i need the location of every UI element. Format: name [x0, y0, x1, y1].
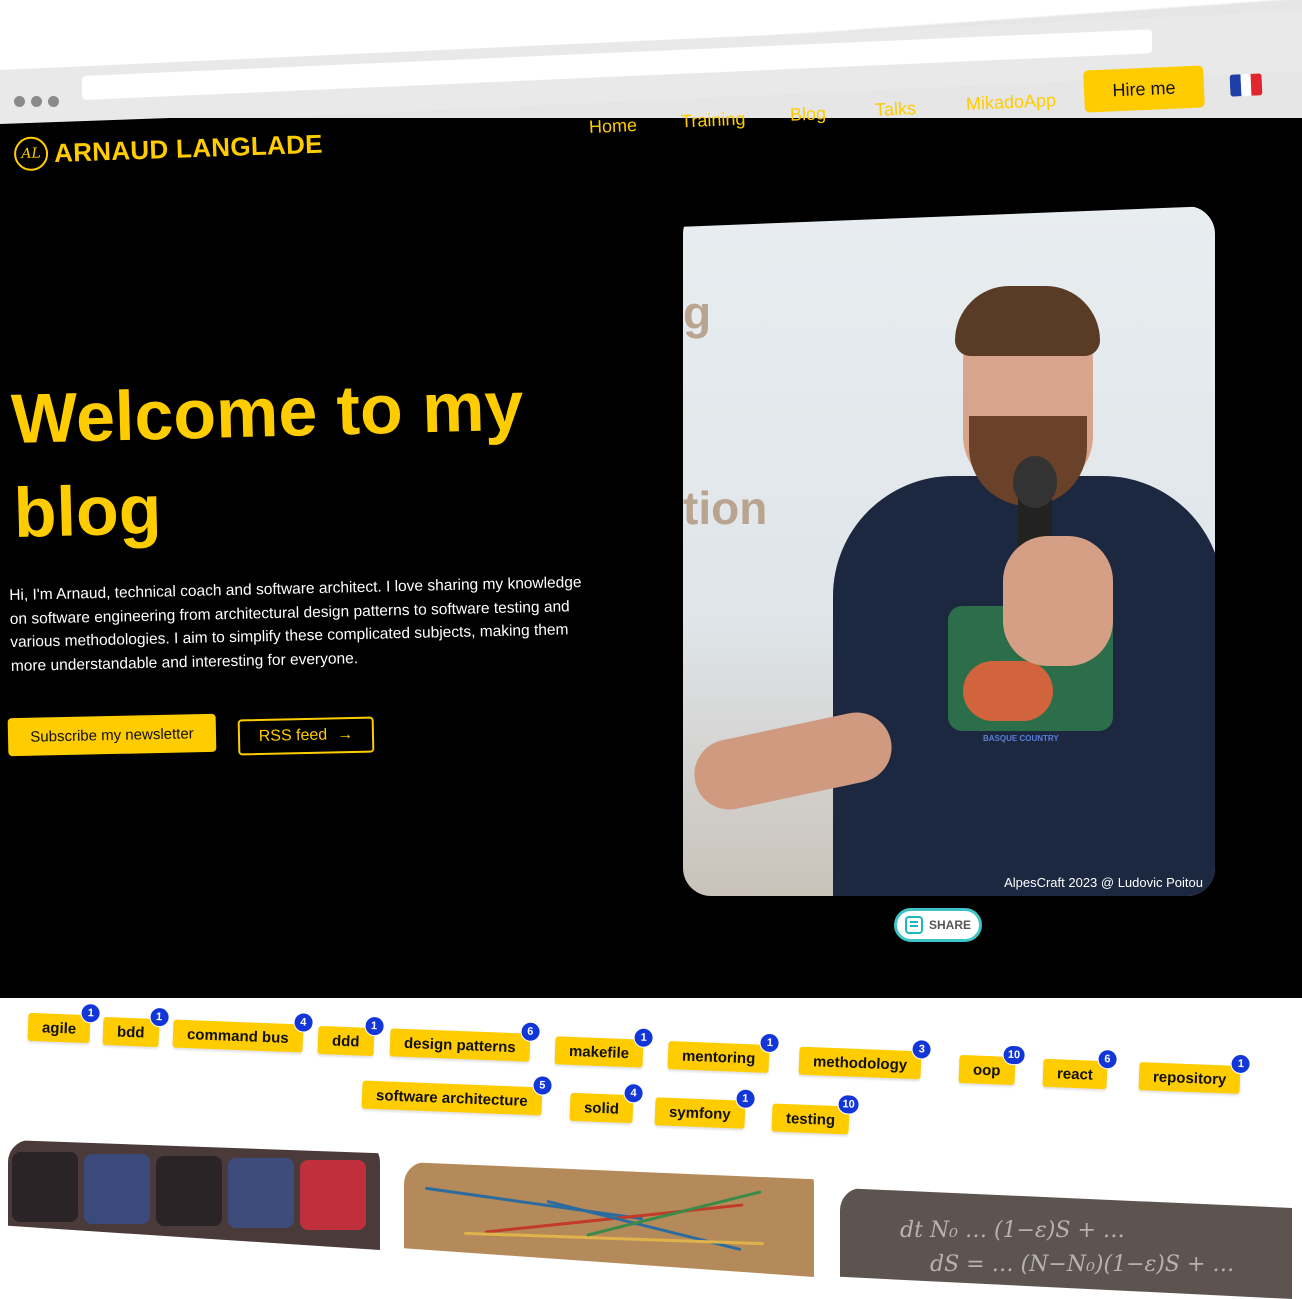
microphone-head [1013, 456, 1057, 508]
tag-bdd[interactable]: bdd 1 [102, 1006, 170, 1048]
nav-mikadoapp[interactable]: MikadoApp [966, 90, 1057, 115]
thumbnail-shape [156, 1156, 222, 1226]
article-card-mikado[interactable] [404, 1162, 814, 1277]
thumbnail-shape [228, 1158, 294, 1228]
article-card-formulas[interactable]: dt N₀ … (1−ε)S + … dS = … (N−N₀)(1−ε)S +… [840, 1188, 1292, 1299]
tag-label: methodology [812, 1052, 908, 1074]
tag-oop[interactable]: oop 10 [958, 1044, 1026, 1086]
tag-label: testing [785, 1109, 836, 1129]
tag-label: mentoring [681, 1047, 756, 1067]
tshirt-text: BASQUE COUNTRY [983, 734, 1059, 743]
window-controls [14, 96, 59, 107]
tag-makefile[interactable]: makefile 1 [554, 1027, 655, 1068]
tshirt-print-shape [963, 661, 1053, 721]
tag-label: bdd [116, 1022, 145, 1042]
tag-count-badge: 1 [80, 1002, 102, 1024]
tag-label: repository [1152, 1068, 1227, 1088]
tag-repository[interactable]: repository 1 [1138, 1053, 1252, 1094]
tag-label: design patterns [403, 1034, 516, 1056]
nav-training[interactable]: Training [681, 109, 746, 133]
share-button[interactable]: SHARE [894, 908, 982, 942]
tag-count-badge: 1 [633, 1027, 655, 1049]
photo-caption: AlpesCraft 2023 @ Ludovic Poitou [1004, 875, 1203, 890]
tag-label: solid [583, 1098, 620, 1118]
tag-label: makefile [568, 1042, 630, 1062]
speaker-hand [1003, 536, 1113, 666]
subscribe-newsletter-button[interactable]: Subscribe my newsletter [7, 713, 217, 757]
tag-testing[interactable]: testing 10 [771, 1094, 861, 1135]
tag-count-badge: 5 [531, 1075, 553, 1096]
tag-count-badge: 3 [911, 1038, 933, 1060]
tag-count-badge: 10 [1002, 1044, 1026, 1066]
tag-label: react [1056, 1064, 1094, 1084]
tag-count-badge: 6 [519, 1021, 541, 1043]
tag-methodology[interactable]: methodology 3 [798, 1038, 933, 1080]
thumbnail-shape: dt N₀ … (1−ε)S + … [900, 1218, 1125, 1243]
tag-count-badge: 1 [148, 1006, 170, 1028]
window-dot-icon[interactable] [48, 96, 59, 107]
tag-symfony[interactable]: symfony 1 [654, 1088, 756, 1129]
tag-count-badge: 1 [1230, 1053, 1252, 1075]
nav-blog[interactable]: Blog [790, 103, 827, 126]
tag-command-bus[interactable]: command bus 4 [172, 1012, 314, 1053]
thumbnail-shape [12, 1152, 78, 1222]
tag-solid[interactable]: solid 4 [569, 1082, 644, 1124]
thumbnail-shape [84, 1154, 150, 1224]
tag-label: symfony [668, 1103, 731, 1123]
share-icon [904, 916, 923, 934]
rss-feed-label: RSS feed [258, 726, 328, 745]
rss-feed-button[interactable]: RSS feed → [237, 716, 375, 756]
tag-label: ddd [331, 1031, 360, 1051]
tag-label: command bus [186, 1025, 289, 1047]
photo-slide-text: g [683, 287, 712, 339]
article-card-berries[interactable] [8, 1140, 380, 1250]
nav-home[interactable]: Home [589, 115, 638, 138]
tag-agile[interactable]: agile 1 [27, 1002, 102, 1044]
arrow-right-icon: → [337, 726, 354, 744]
tag-count-badge: 1 [363, 1015, 385, 1037]
hero-photo: g tion BASQUE COUNTRY AlpesCraft 2023 @ … [683, 206, 1215, 896]
tag-count-badge: 1 [759, 1032, 781, 1054]
hero-intro: Hi, I'm Arnaud, technical coach and soft… [9, 574, 582, 675]
tag-software-architecture[interactable]: software architecture 5 [361, 1075, 553, 1116]
hire-me-button[interactable]: Hire me [1083, 65, 1205, 113]
thumbnail-shape [300, 1160, 366, 1230]
tag-count-badge: 4 [292, 1012, 314, 1033]
tag-count-badge: 4 [623, 1082, 644, 1104]
tag-label: oop [972, 1060, 1001, 1080]
tag-label: software architecture [375, 1086, 529, 1110]
window-dot-icon[interactable] [31, 96, 42, 107]
thumbnail-shape: dS = … (N−N₀)(1−ε)S + … [930, 1252, 1235, 1277]
tag-count-badge: 10 [837, 1094, 861, 1115]
share-label: SHARE [928, 918, 971, 932]
tag-ddd[interactable]: ddd 1 [317, 1015, 385, 1057]
logo-monogram-icon: AL [13, 136, 49, 172]
tag-count-badge: 1 [734, 1088, 756, 1110]
photo-slide-text: tion [683, 482, 768, 534]
tag-count-badge: 6 [1097, 1048, 1118, 1070]
tag-mentoring[interactable]: mentoring 1 [667, 1032, 781, 1073]
french-flag-icon[interactable] [1229, 73, 1263, 97]
tag-react[interactable]: react 6 [1042, 1048, 1118, 1090]
nav-talks[interactable]: Talks [875, 98, 917, 121]
window-dot-icon[interactable] [14, 96, 25, 107]
tag-design-patterns[interactable]: design patterns 6 [389, 1021, 541, 1062]
tag-label: agile [41, 1018, 77, 1038]
thumbnail-shape [464, 1231, 764, 1246]
hero-title: Welcome to my blog [10, 366, 525, 552]
speaker-hair [955, 286, 1100, 356]
